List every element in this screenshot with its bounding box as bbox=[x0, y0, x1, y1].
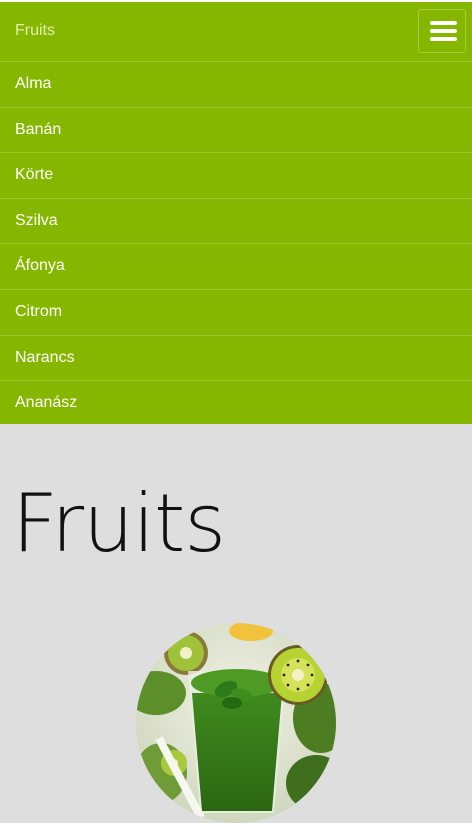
hamburger-menu-icon-line bbox=[430, 29, 457, 33]
nav-item-banan: Banán bbox=[0, 106, 472, 153]
nav-menu: Alma Banán Körte Szilva Áfonya Citrom Na… bbox=[0, 61, 472, 426]
nav-item-afonya: Áfonya bbox=[0, 243, 472, 289]
nav-link[interactable]: Banán bbox=[15, 121, 61, 139]
green-smoothie-photo bbox=[136, 623, 336, 823]
nav-item-ananasz: Ananász bbox=[0, 380, 472, 426]
nav-item-alma: Alma bbox=[0, 61, 472, 107]
page-title: Fruits bbox=[12, 477, 226, 570]
hamburger-menu-icon-line bbox=[430, 21, 457, 25]
nav-link[interactable]: Alma bbox=[15, 75, 51, 93]
hamburger-menu-icon-line bbox=[430, 37, 457, 41]
navbar: Fruits Alma Banán Körte Szilva Áfonya Ci… bbox=[0, 0, 472, 424]
nav-item-korte: Körte bbox=[0, 152, 472, 198]
nav-link[interactable]: Narancs bbox=[15, 349, 75, 367]
nav-item-citrom: Citrom bbox=[0, 288, 472, 335]
navbar-toggle-button[interactable] bbox=[418, 9, 466, 53]
nav-link[interactable]: Körte bbox=[15, 166, 53, 184]
navbar-brand[interactable]: Fruits bbox=[15, 22, 55, 40]
nav-link[interactable]: Ananász bbox=[15, 394, 77, 412]
nav-link[interactable]: Citrom bbox=[15, 303, 62, 321]
nav-link[interactable]: Áfonya bbox=[15, 257, 65, 275]
navbar-header: Fruits bbox=[0, 4, 472, 61]
nav-link[interactable]: Szilva bbox=[15, 212, 58, 230]
nav-item-narancs: Narancs bbox=[0, 334, 472, 381]
smoothie-illustration bbox=[136, 623, 336, 823]
nav-item-szilva: Szilva bbox=[0, 197, 472, 244]
